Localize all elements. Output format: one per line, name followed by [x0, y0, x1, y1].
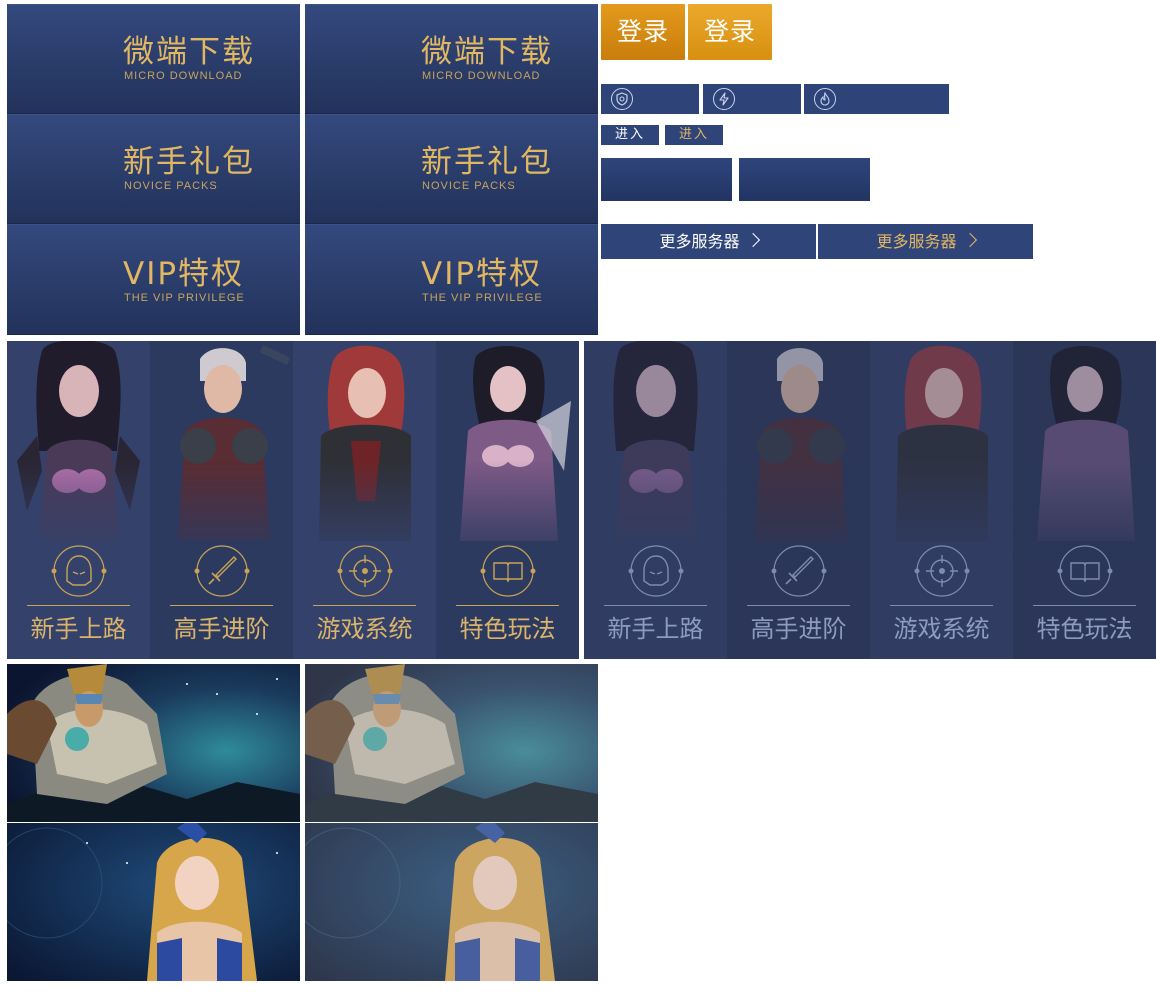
guide-label: 特色玩法 — [1036, 615, 1133, 643]
flame-bar[interactable] — [804, 84, 949, 114]
flame-icon — [814, 88, 836, 110]
login-button[interactable]: 登录 — [601, 4, 685, 60]
enter-button[interactable]: 进入 — [601, 125, 659, 145]
guide-item-novice[interactable]: 新手上路 — [7, 341, 150, 659]
divider — [27, 605, 130, 606]
divider — [604, 605, 707, 606]
divider — [747, 605, 850, 606]
chevron-right-icon — [745, 232, 760, 248]
nav-tile-subtitle: MICRO DOWNLOAD — [124, 70, 243, 82]
nav-tile-subtitle: NOVICE PACKS — [124, 180, 218, 192]
hero-portrait-knight — [727, 348, 870, 561]
guide-item-systems[interactable]: 游戏系统 — [293, 341, 436, 659]
guide-item-novice[interactable]: 新手上路 — [584, 341, 727, 659]
shield-icon — [611, 88, 633, 110]
guide-label: 新手上路 — [30, 615, 127, 643]
book-icon — [480, 545, 536, 597]
guide-label: 高手进阶 — [750, 615, 847, 643]
guide-label: 游戏系统 — [316, 615, 413, 643]
guide-item-advanced[interactable]: 高手进阶 — [727, 341, 870, 659]
target-icon — [337, 545, 393, 597]
divider — [1033, 605, 1136, 606]
banner-blonde-heroine[interactable] — [7, 823, 300, 981]
banner-armored-hero[interactable] — [7, 664, 300, 822]
nav-tile-subtitle: THE VIP PRIVILEGE — [124, 292, 245, 304]
more-servers-button-hover[interactable]: 更多服务器 — [818, 224, 1033, 259]
server-box-hover[interactable] — [739, 158, 870, 201]
more-servers-label: 更多服务器 — [659, 232, 740, 251]
chevron-right-icon — [962, 232, 977, 248]
guide-label: 高手进阶 — [173, 615, 270, 643]
nav-tile-title: 新手礼包 — [123, 144, 255, 180]
nav-tile-subtitle: THE VIP PRIVILEGE — [422, 292, 543, 304]
guide-panel-inactive: 新手上路 高手进阶 游戏系统 特色玩法 — [584, 341, 1156, 659]
divider — [170, 605, 273, 606]
divider — [890, 605, 993, 606]
sword-icon — [194, 545, 250, 597]
nav-tile-novice-packs[interactable]: 新手礼包 NOVICE PACKS — [7, 114, 300, 224]
hero-portrait-dark-sorceress — [7, 341, 150, 561]
nav-tile-subtitle: NOVICE PACKS — [422, 180, 516, 192]
hero-portrait-red-warrior — [293, 345, 436, 561]
banner-blonde-heroine-hover[interactable] — [305, 823, 598, 981]
guide-label: 特色玩法 — [459, 615, 556, 643]
hero-portrait-dark-sorceress — [584, 341, 727, 561]
nav-tile-novice-packs-hover[interactable]: 新手礼包 NOVICE PACKS — [305, 114, 598, 224]
nav-tile-title: VIP特权 — [421, 256, 543, 292]
divider — [313, 605, 416, 606]
lightning-icon — [713, 88, 735, 110]
sword-icon — [771, 545, 827, 597]
guide-label: 游戏系统 — [893, 615, 990, 643]
banner-armored-hero-hover[interactable] — [305, 664, 598, 822]
book-icon — [1057, 545, 1113, 597]
helmet-icon — [51, 545, 107, 597]
guide-item-systems[interactable]: 游戏系统 — [870, 341, 1013, 659]
guide-panel-active: 新手上路 高手进阶 游戏系统 特色玩法 — [7, 341, 579, 659]
guide-label: 新手上路 — [607, 615, 704, 643]
shield-bar[interactable] — [601, 84, 699, 114]
login-button-hover[interactable]: 登录 — [688, 4, 772, 60]
nav-tile-title: 新手礼包 — [421, 144, 553, 180]
divider — [456, 605, 559, 606]
nav-tile-title: 微端下载 — [123, 34, 255, 70]
more-servers-button[interactable]: 更多服务器 — [601, 224, 816, 259]
nav-tile-title: VIP特权 — [123, 256, 245, 292]
nav-tile-micro-download-hover[interactable]: 微端下载 MICRO DOWNLOAD — [305, 4, 598, 114]
nav-tile-vip-hover[interactable]: VIP特权 THE VIP PRIVILEGE — [305, 224, 598, 335]
hero-portrait-red-warrior — [870, 345, 1013, 561]
target-icon — [914, 545, 970, 597]
enter-button-hover[interactable]: 进入 — [665, 125, 723, 145]
hero-portrait-feather-mage — [436, 345, 579, 561]
server-box[interactable] — [601, 158, 732, 201]
nav-tile-micro-download[interactable]: 微端下载 MICRO DOWNLOAD — [7, 4, 300, 114]
helmet-icon — [628, 545, 684, 597]
more-servers-label: 更多服务器 — [876, 232, 957, 251]
nav-tile-title: 微端下载 — [421, 34, 553, 70]
guide-item-features[interactable]: 特色玩法 — [1013, 341, 1156, 659]
hero-portrait-feather-mage — [1013, 345, 1156, 561]
nav-tile-subtitle: MICRO DOWNLOAD — [422, 70, 541, 82]
lightning-bar[interactable] — [703, 84, 801, 114]
hero-portrait-knight — [150, 345, 293, 561]
guide-item-advanced[interactable]: 高手进阶 — [150, 341, 293, 659]
guide-item-features[interactable]: 特色玩法 — [436, 341, 579, 659]
nav-tile-vip[interactable]: VIP特权 THE VIP PRIVILEGE — [7, 224, 300, 335]
